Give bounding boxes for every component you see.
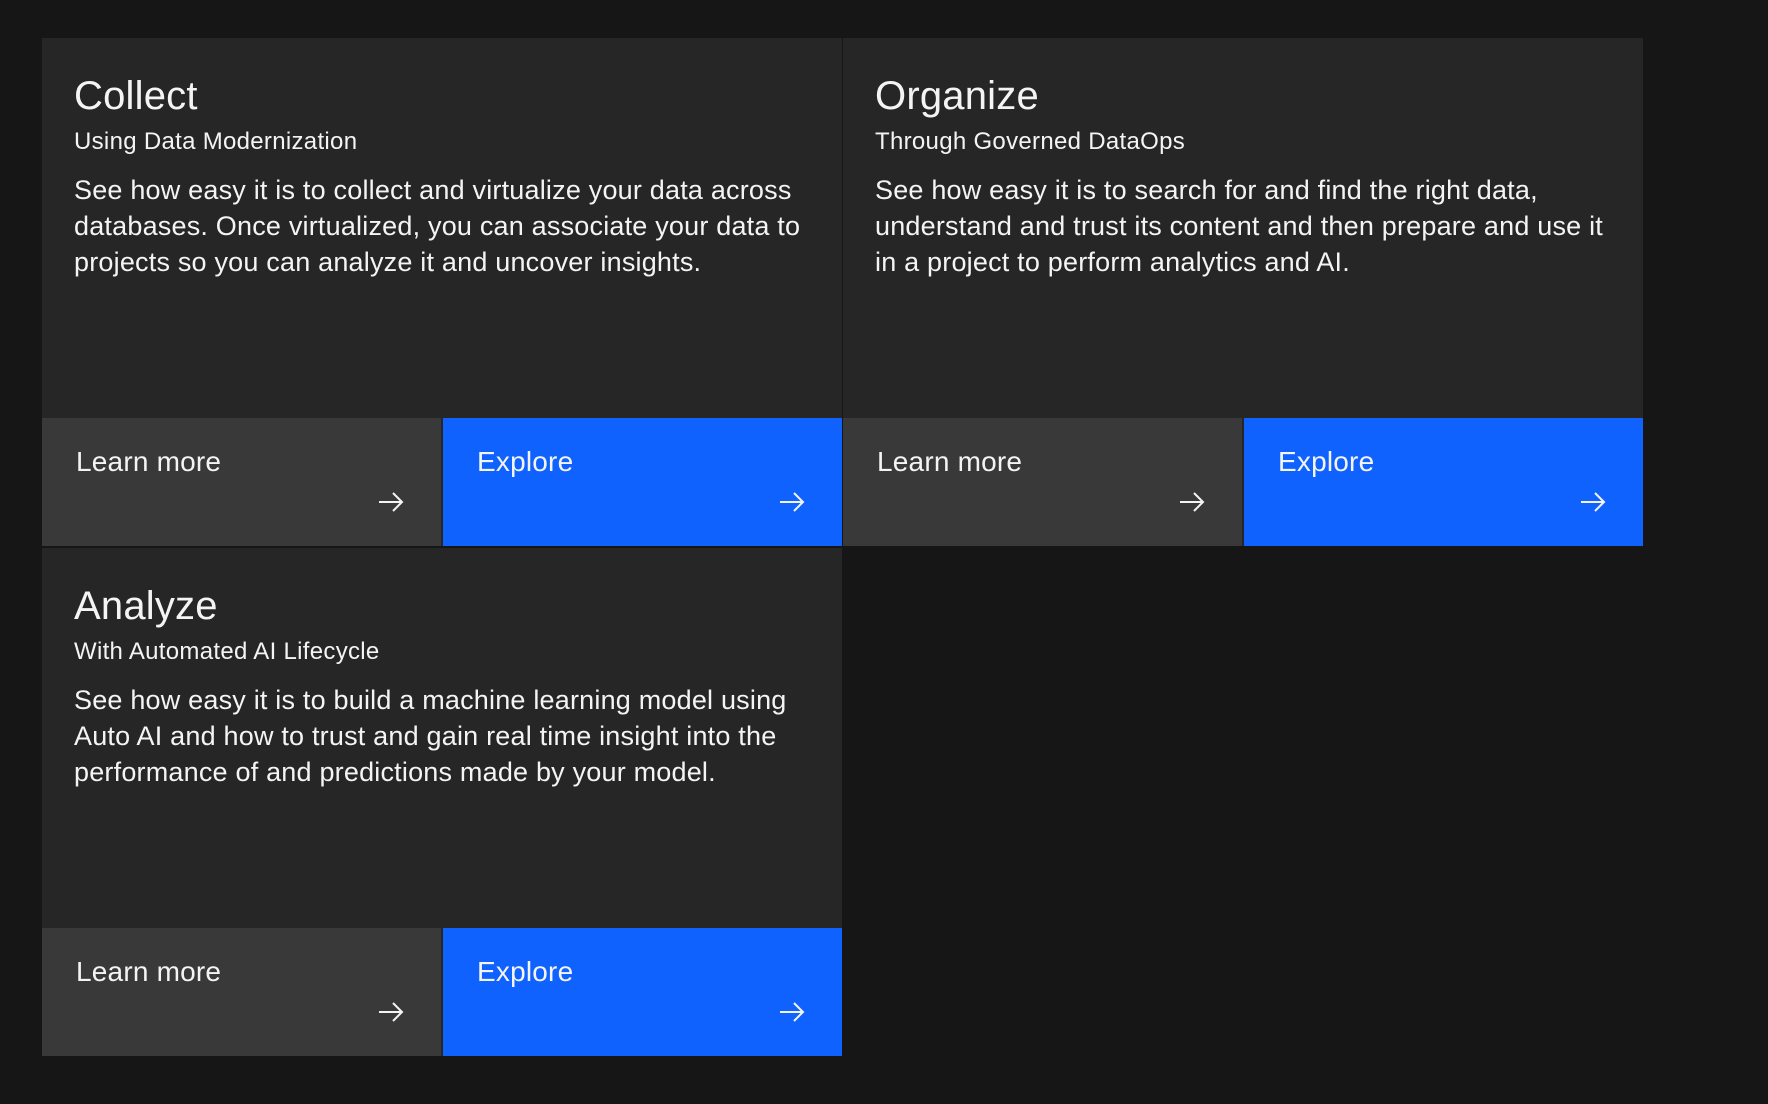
- tile-description: See how easy it is to search for and fin…: [875, 175, 1603, 277]
- tile-body: Collect Using Data Modernization See how…: [42, 38, 842, 280]
- explore-button[interactable]: Explore: [443, 418, 842, 546]
- explore-label: Explore: [477, 446, 574, 477]
- tile-description: See how easy it is to build a machine le…: [74, 685, 787, 787]
- learn-more-label: Learn more: [76, 956, 222, 987]
- learn-more-label: Learn more: [877, 446, 1023, 477]
- explore-button[interactable]: Explore: [1244, 418, 1643, 546]
- tile-actions: Learn more Explore: [42, 928, 842, 1056]
- tile-body: Analyze With Automated AI Lifecycle See …: [42, 548, 842, 790]
- tile-title: Organize: [875, 74, 1039, 118]
- tile-organize: Organize Through Governed DataOps See ho…: [843, 38, 1643, 546]
- tile-subtitle: Using Data Modernization: [74, 128, 358, 155]
- tile-body: Organize Through Governed DataOps See ho…: [843, 38, 1643, 280]
- learn-more-button[interactable]: Learn more: [42, 418, 441, 546]
- learn-more-button[interactable]: Learn more: [843, 418, 1242, 546]
- arrow-right-icon: [379, 1002, 404, 1022]
- explore-label: Explore: [1278, 446, 1375, 477]
- tile-actions: Learn more Explore: [42, 418, 842, 546]
- tile-subtitle: Through Governed DataOps: [875, 128, 1186, 155]
- tile-title: Collect: [74, 74, 198, 118]
- learn-more-label: Learn more: [76, 446, 222, 477]
- tile-description: See how easy it is to collect and virtua…: [74, 175, 801, 277]
- arrow-right-icon: [1581, 492, 1606, 512]
- arrow-right-icon: [780, 492, 805, 512]
- tile-subtitle: With Automated AI Lifecycle: [74, 638, 380, 665]
- arrow-right-icon: [1180, 492, 1205, 512]
- explore-button[interactable]: Explore: [443, 928, 842, 1056]
- learn-more-button[interactable]: Learn more: [42, 928, 441, 1056]
- tile-collect: Collect Using Data Modernization See how…: [42, 38, 842, 546]
- tile-analyze: Analyze With Automated AI Lifecycle See …: [42, 548, 842, 1056]
- explore-label: Explore: [477, 956, 574, 987]
- tile-title: Analyze: [74, 584, 218, 628]
- arrow-right-icon: [379, 492, 404, 512]
- arrow-right-icon: [780, 1002, 805, 1022]
- tile-actions: Learn more Explore: [843, 418, 1643, 546]
